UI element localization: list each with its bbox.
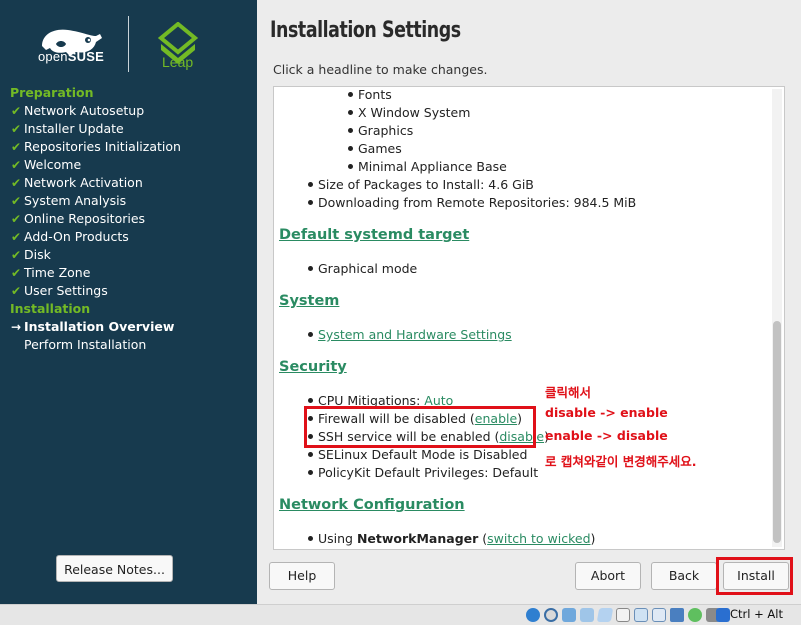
annotation-install-highlight bbox=[716, 557, 793, 595]
step-time-zone: ✔ Time Zone bbox=[11, 265, 91, 280]
leap-wordmark: Leap bbox=[162, 54, 194, 70]
hard-disk-icon[interactable] bbox=[526, 608, 540, 622]
page-hint: Click a headline to make changes. bbox=[273, 62, 488, 77]
video-capture-icon[interactable] bbox=[652, 608, 666, 622]
audio-icon[interactable] bbox=[562, 608, 576, 622]
system-settings-item: System and Hardware Settings bbox=[308, 327, 512, 342]
list-item: Games bbox=[348, 141, 402, 156]
step-add-on-products: ✔ Add-On Products bbox=[11, 229, 129, 244]
release-notes-button[interactable]: Release Notes... bbox=[56, 555, 173, 582]
annotation-text: 클릭해서 bbox=[545, 385, 592, 400]
check-icon: ✔ bbox=[11, 122, 22, 136]
list-item: Graphics bbox=[348, 123, 413, 138]
step-system-analysis: ✔ System Analysis bbox=[11, 193, 127, 208]
host-key-label: Ctrl + Alt bbox=[730, 607, 783, 621]
shared-folders-icon[interactable] bbox=[616, 608, 630, 622]
list-item: Minimal Appliance Base bbox=[348, 159, 507, 174]
step-network-activation: ✔ Network Activation bbox=[11, 175, 143, 190]
list-item: Fonts bbox=[348, 87, 392, 102]
check-icon: ✔ bbox=[11, 194, 22, 208]
scrollbar-thumb[interactable] bbox=[773, 321, 781, 543]
installation-steps: Preparation ✔ Network Autosetup ✔ Installe… bbox=[0, 84, 257, 354]
step-installation-overview: → Installation Overview bbox=[11, 319, 175, 334]
step-installer-update: ✔ Installer Update bbox=[11, 121, 124, 136]
step-perform-installation: Perform Installation bbox=[24, 337, 147, 352]
annotation-highlight-box bbox=[304, 406, 536, 448]
switch-to-wicked-link[interactable]: switch to wicked bbox=[487, 531, 590, 546]
mouse-integration-icon[interactable] bbox=[688, 608, 702, 622]
polkit-item: PolicyKit Default Privileges: Default bbox=[308, 465, 538, 480]
check-icon: ✔ bbox=[11, 176, 22, 190]
main-content: Installation Settings Click a headline t… bbox=[257, 0, 801, 604]
abort-button[interactable]: Abort bbox=[575, 562, 641, 590]
step-network-autosetup: ✔ Network Autosetup bbox=[11, 103, 145, 118]
package-size-item: Size of Packages to Install: 4.6 GiB bbox=[308, 177, 534, 192]
installation-settings-panel: Fonts X Window System Graphics Games Min… bbox=[273, 86, 785, 550]
step-online-repositories: ✔ Online Repositories bbox=[11, 211, 146, 226]
check-icon: ✔ bbox=[11, 140, 22, 154]
annotation-text: 로 캡쳐와같이 변경해주세요. bbox=[545, 454, 697, 469]
network-icon[interactable] bbox=[580, 608, 594, 622]
display-icon[interactable] bbox=[634, 608, 648, 622]
vm-status-bar: Ctrl + Alt bbox=[0, 604, 801, 625]
list-item: X Window System bbox=[348, 105, 470, 120]
opensuse-wordmark: openSUSE bbox=[38, 49, 104, 64]
check-icon: ✔ bbox=[11, 230, 22, 244]
sidebar: openSUSE Leap Preparation ✔ Network Autos… bbox=[0, 0, 257, 604]
selinux-item: SELinux Default Mode is Disabled bbox=[308, 447, 527, 462]
section-network-configuration-heading[interactable]: Network Configuration bbox=[279, 497, 465, 513]
section-systemd-target-heading[interactable]: Default systemd target bbox=[279, 227, 469, 243]
system-hardware-settings-link[interactable]: System and Hardware Settings bbox=[318, 327, 512, 342]
network-manager-item: Using NetworkManager (switch to wicked) bbox=[308, 531, 595, 546]
panel-scrollbar[interactable] bbox=[772, 89, 782, 547]
vm-icon[interactable] bbox=[670, 608, 684, 622]
check-icon: ✔ bbox=[11, 158, 22, 172]
systemd-target-value: Graphical mode bbox=[308, 261, 417, 276]
step-group-preparation: Preparation bbox=[10, 85, 94, 100]
optical-drive-icon[interactable] bbox=[544, 608, 558, 622]
step-disk: ✔ Disk bbox=[11, 247, 51, 262]
check-icon: ✔ bbox=[11, 104, 22, 118]
help-button[interactable]: Help bbox=[269, 562, 335, 590]
download-size-item: Downloading from Remote Repositories: 98… bbox=[308, 195, 636, 210]
section-system-heading[interactable]: System bbox=[279, 293, 339, 309]
back-button[interactable]: Back bbox=[651, 562, 717, 590]
logo-area: openSUSE Leap bbox=[0, 0, 257, 80]
check-icon: ✔ bbox=[11, 284, 22, 298]
check-icon: ✔ bbox=[11, 212, 22, 226]
section-security-heading[interactable]: Security bbox=[279, 359, 347, 375]
check-icon: ✔ bbox=[11, 248, 22, 262]
logo-divider bbox=[128, 16, 129, 72]
page-title: Installation Settings bbox=[270, 18, 461, 43]
step-user-settings: ✔ User Settings bbox=[11, 283, 108, 298]
keyboard-capture-icon[interactable] bbox=[716, 608, 730, 622]
annotation-text: enable -> disable bbox=[545, 428, 668, 443]
usb-icon[interactable] bbox=[596, 608, 614, 622]
step-repositories-initialization: ✔ Repositories Initialization bbox=[11, 139, 181, 154]
step-group-installation: Installation bbox=[10, 301, 91, 316]
step-welcome: ✔ Welcome bbox=[11, 157, 82, 172]
annotation-text: disable -> enable bbox=[545, 405, 668, 420]
check-icon: ✔ bbox=[11, 266, 22, 280]
arrow-right-icon: → bbox=[11, 320, 22, 334]
